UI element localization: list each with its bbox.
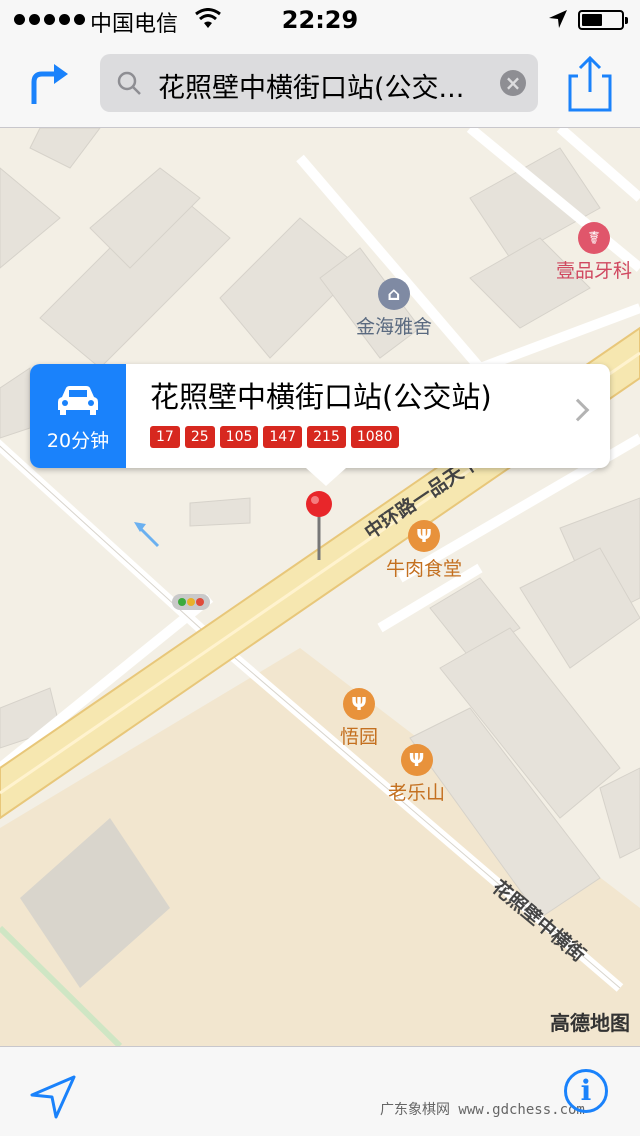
drive-time: 20分钟 xyxy=(46,430,110,452)
dental-icon: ☤ xyxy=(578,222,610,254)
bus-route-badge: 105 xyxy=(219,426,259,448)
bottom-toolbar: 广东象棋网 www.gdchess.com i xyxy=(0,1046,640,1136)
location-pin-icon[interactable] xyxy=(302,490,336,564)
bus-route-badge: 17 xyxy=(150,426,180,448)
bus-route-badge: 147 xyxy=(263,426,303,448)
battery-icon xyxy=(578,10,628,30)
share-button[interactable] xyxy=(562,54,618,114)
stop-name: 花照壁中横街口站(公交站) xyxy=(150,380,492,414)
poi-yipin-dental[interactable]: ☤ 壹品牙科 xyxy=(556,222,632,283)
status-bar: 中国电信 22:29 xyxy=(0,0,640,40)
search-query[interactable]: 花照壁中横街口站(公交... xyxy=(158,66,488,105)
car-icon xyxy=(58,386,98,415)
map-provider-logo: 高德地图 xyxy=(550,1011,630,1035)
location-arrow-icon xyxy=(549,10,567,28)
site-watermark: 广东象棋网 www.gdchess.com xyxy=(380,1102,585,1118)
restaurant-icon: Ψ xyxy=(408,520,440,552)
poi-niurou-shitang[interactable]: Ψ 牛肉食堂 xyxy=(386,520,462,581)
poi-wuyuan[interactable]: Ψ 悟园 xyxy=(340,688,378,749)
place-callout[interactable]: 20分钟 花照壁中横街口站(公交站) 17 25 105 147 215 108… xyxy=(30,364,610,486)
drive-directions-button[interactable]: 20分钟 xyxy=(30,364,126,468)
current-location-button[interactable] xyxy=(30,1075,78,1119)
clock: 22:29 xyxy=(281,6,359,34)
nav-bar: 花照壁中横街口站(公交... × xyxy=(0,40,640,128)
directions-button[interactable] xyxy=(22,54,78,110)
chevron-right-icon[interactable] xyxy=(566,398,590,422)
info-button[interactable]: i xyxy=(564,1069,608,1113)
restaurant-icon: Ψ xyxy=(343,688,375,720)
bus-route-badge: 25 xyxy=(184,426,215,448)
map-view[interactable]: ⌂ 金海雅舍 ☤ 壹品牙科 Ψ 牛肉食堂 Ψ 悟园 Ψ 老乐山 中环路一品天下大… xyxy=(0,128,640,1046)
bus-route-badge: 215 xyxy=(307,426,346,448)
search-field[interactable]: 花照壁中横街口站(公交... × xyxy=(100,54,538,112)
building-icon: ⌂ xyxy=(378,278,410,310)
bus-route-badge: 1080 xyxy=(350,426,399,448)
poi-laoleshan[interactable]: Ψ 老乐山 xyxy=(388,744,445,805)
poi-jinhai-yashe[interactable]: ⌂ 金海雅舍 xyxy=(356,278,432,339)
restaurant-icon: Ψ xyxy=(400,744,433,776)
bus-route-list: 17 25 105 147 215 1080 xyxy=(150,426,399,448)
clear-search-icon[interactable]: × xyxy=(500,70,526,96)
search-icon xyxy=(117,71,141,95)
